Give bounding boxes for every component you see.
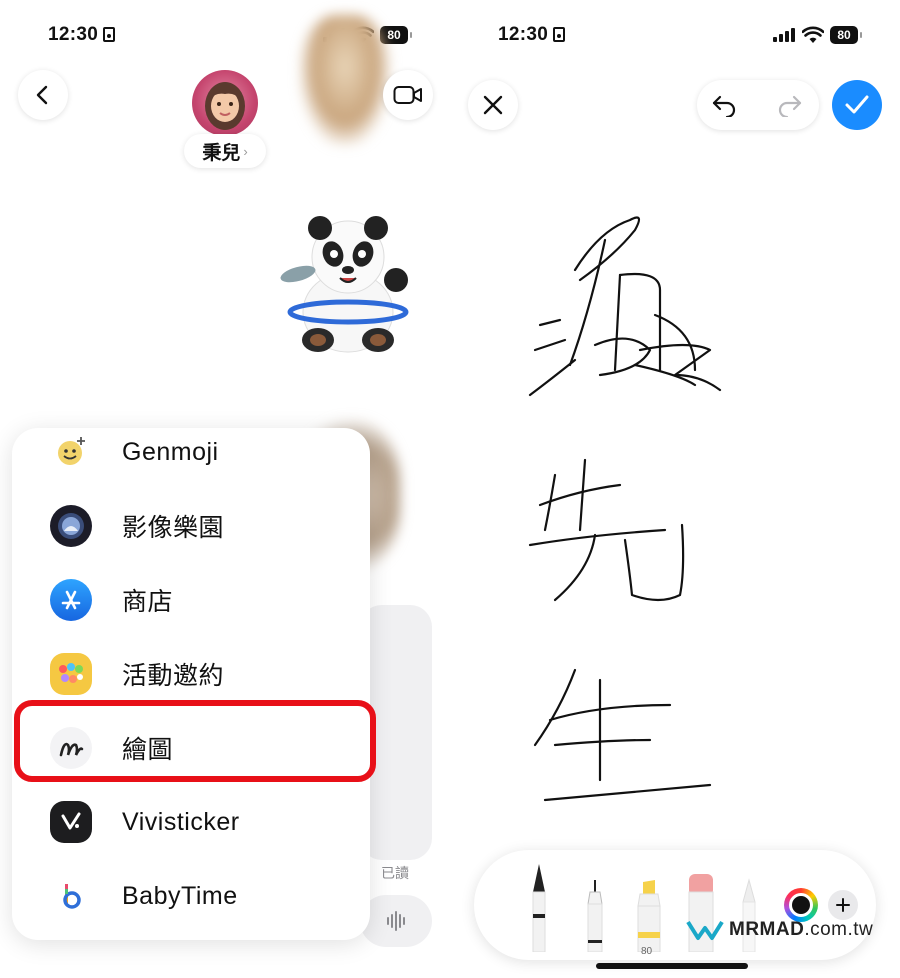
contact-name-button[interactable]: 秉兒 › <box>184 134 266 168</box>
menu-item-image-playground[interactable]: 影像樂園 <box>12 489 370 563</box>
focus-id-icon <box>553 27 565 42</box>
panda-sticker <box>280 216 409 353</box>
cellular-signal-icon <box>773 28 795 42</box>
selected-color-swatch <box>789 893 813 917</box>
highlight-box <box>14 700 376 782</box>
video-camera-icon <box>393 86 422 104</box>
battery-indicator: 80 <box>830 26 862 44</box>
close-icon <box>483 95 503 115</box>
read-receipt: 已讀 <box>381 865 409 881</box>
close-button[interactable] <box>468 80 518 130</box>
menu-item-label: 商店 <box>122 588 174 616</box>
vivisticker-icon <box>50 801 92 843</box>
back-button[interactable] <box>18 70 68 120</box>
app-store-icon <box>50 579 92 621</box>
menu-item-label: Genmoji <box>122 437 219 466</box>
audio-waveform-icon[interactable] <box>384 909 408 933</box>
image-playground-icon <box>50 505 92 547</box>
done-button[interactable] <box>832 80 882 130</box>
babytime-icon <box>50 875 92 917</box>
drawing-screen: 12:30 80 瘋先生 <box>450 0 900 978</box>
app-drawer-menu: Genmoji 影像樂園 商店 活動邀約 繪圖 Vivisticker Baby… <box>12 428 370 940</box>
color-picker-button[interactable] <box>784 888 818 922</box>
menu-item-vivisticker[interactable]: Vivisticker <box>12 785 370 859</box>
messages-screen: 12:30 80 秉兒 › 已讀 Genmoji 影像樂園 商店 活動邀約 繪圖… <box>0 0 450 978</box>
wifi-icon <box>802 26 824 43</box>
undo-redo-group <box>697 80 819 130</box>
chevron-right-icon: › <box>243 143 248 159</box>
redo-icon[interactable] <box>777 93 803 117</box>
invites-icon <box>50 653 92 695</box>
blurred-sticker <box>300 15 390 145</box>
contact-name: 秉兒 <box>202 142 241 164</box>
mrmad-logo-icon <box>686 920 724 940</box>
add-tool-button[interactable] <box>828 890 858 920</box>
chevron-left-icon <box>36 85 48 105</box>
status-time: 12:30 <box>498 24 549 45</box>
watermark-domain: .com.tw <box>804 919 874 940</box>
menu-item-genmoji[interactable]: Genmoji <box>12 428 370 489</box>
status-bar: 12:30 80 <box>450 22 900 50</box>
watermark-brand: MRMAD <box>729 919 805 940</box>
mrmad-watermark: MRMAD.com.tw <box>686 918 873 942</box>
drawing-toolbar: 80 <box>474 850 876 960</box>
drawing-canvas[interactable]: 瘋先生 <box>520 200 820 820</box>
contact-avatar[interactable] <box>192 70 258 136</box>
menu-item-babytime[interactable]: BabyTime <box>12 859 370 933</box>
memoji-avatar-icon <box>205 82 245 130</box>
marker-tool-icon[interactable] <box>632 878 666 952</box>
message-input-field[interactable] <box>360 895 432 947</box>
menu-item-label: 影像樂園 <box>122 514 225 542</box>
pen-tool-icon[interactable] <box>524 862 554 952</box>
menu-item-label: 活動邀約 <box>122 662 225 690</box>
menu-item-label: Vivisticker <box>122 807 240 836</box>
status-time: 12:30 <box>48 24 99 45</box>
marker-size-label: 80 <box>641 946 653 957</box>
facetime-video-button[interactable] <box>383 70 433 120</box>
menu-item-app-store[interactable]: 商店 <box>12 563 370 637</box>
focus-id-icon <box>103 27 115 42</box>
fineliner-tool-icon[interactable] <box>580 878 610 952</box>
checkmark-icon <box>845 95 869 114</box>
plus-icon <box>836 898 850 912</box>
genmoji-icon <box>50 431 92 473</box>
home-indicator[interactable] <box>596 963 748 969</box>
undo-icon[interactable] <box>711 93 737 117</box>
menu-item-label: BabyTime <box>122 881 238 910</box>
